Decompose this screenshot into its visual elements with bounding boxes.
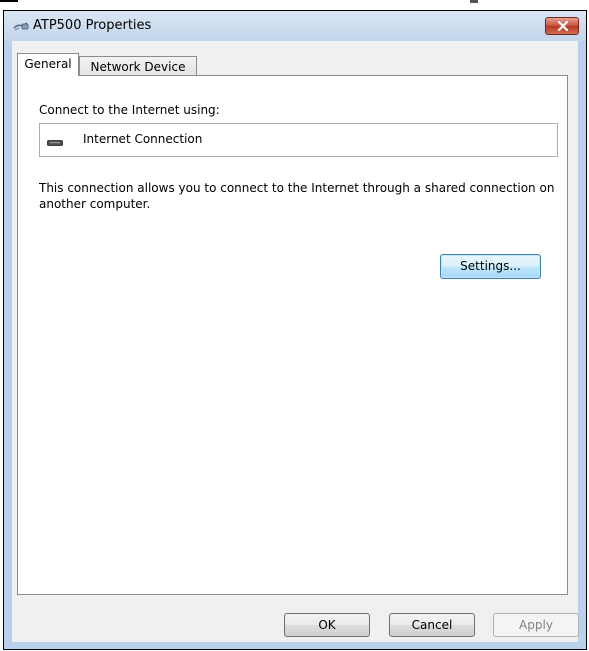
connection-name: Internet Connection [83,132,203,146]
dialog-client-area: Network Device General Connect to the In… [12,41,579,642]
apply-button[interactable]: Apply [493,613,579,637]
page-fragment-mark-left [0,0,18,2]
network-adapter-icon [47,136,63,146]
page-fragment-mark-right [470,0,478,3]
close-button[interactable] [545,17,579,35]
window-title: ATP500 Properties [33,18,152,33]
connect-using-label: Connect to the Internet using: [39,103,220,117]
general-tab-panel: Connect to the Internet using: Internet … [17,75,568,595]
settings-button[interactable]: Settings... [440,254,541,279]
tab-network-device[interactable]: Network Device [79,56,197,77]
tab-general[interactable]: General [17,53,79,76]
network-connection-icon [13,20,29,32]
properties-window: ATP500 Properties Network Device General… [3,10,587,650]
ok-button[interactable]: OK [284,613,370,637]
close-icon [557,21,569,31]
cancel-button[interactable]: Cancel [389,613,475,637]
title-bar[interactable]: ATP500 Properties [4,11,586,41]
connection-field: Internet Connection [39,123,558,157]
background-page-fragment [0,0,589,3]
connection-description: This connection allows you to connect to… [39,181,555,211]
